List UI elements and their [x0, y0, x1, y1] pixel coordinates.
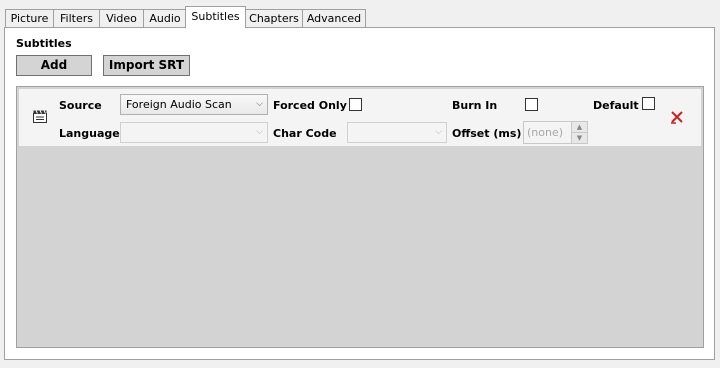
tab-label: Audio	[149, 12, 181, 25]
tab-label: Chapters	[249, 12, 299, 25]
offset-spin-buttons: ▲ ▼	[571, 122, 587, 143]
char-code-dropdown[interactable]: ⌵	[347, 122, 447, 143]
forced-only-label: Forced Only	[273, 99, 347, 112]
subtitles-panel: Subtitles Add Import SRT Source Foreign …	[4, 27, 715, 360]
chevron-down-icon: ⌵	[256, 99, 263, 109]
tab-filters[interactable]: Filters	[53, 9, 100, 27]
tab-label: Advanced	[306, 12, 362, 25]
increment-icon[interactable]: ▲	[572, 122, 587, 133]
tab-label: Video	[106, 12, 137, 25]
source-label: Source	[59, 99, 102, 112]
default-checkbox[interactable]	[642, 97, 655, 110]
tab-label: Picture	[10, 12, 49, 25]
tab-picture[interactable]: Picture	[5, 9, 54, 27]
offset-label: Offset (ms)	[452, 127, 522, 140]
import-srt-button[interactable]: Import SRT	[103, 55, 190, 76]
offset-stepper[interactable]: (none) ▲ ▼	[523, 121, 588, 144]
language-label: Language	[59, 127, 120, 140]
chevron-down-icon: ⌵	[256, 127, 263, 137]
tab-video[interactable]: Video	[99, 9, 144, 27]
subtitle-track-row: Source Foreign Audio Scan ⌵ Forced Only …	[19, 89, 701, 146]
section-title: Subtitles	[16, 37, 72, 50]
tab-label: Subtitles	[191, 10, 240, 23]
add-button[interactable]: Add	[16, 55, 92, 76]
char-code-label: Char Code	[273, 127, 337, 140]
offset-value: (none)	[527, 126, 564, 139]
default-label: Default	[593, 99, 639, 112]
subtitle-track-list: Source Foreign Audio Scan ⌵ Forced Only …	[16, 86, 704, 348]
language-dropdown[interactable]: ⌵	[120, 122, 268, 143]
tab-subtitles[interactable]: Subtitles	[185, 6, 246, 28]
remove-x-icon[interactable]	[670, 110, 684, 124]
chevron-down-icon: ⌵	[435, 127, 442, 137]
source-value: Foreign Audio Scan	[126, 98, 232, 111]
decrement-icon[interactable]: ▼	[572, 133, 587, 143]
tab-advanced[interactable]: Advanced	[302, 9, 366, 27]
source-dropdown[interactable]: Foreign Audio Scan ⌵	[120, 94, 268, 115]
burn-in-label: Burn In	[452, 99, 498, 112]
forced-only-checkbox[interactable]	[349, 98, 362, 111]
tab-chapters[interactable]: Chapters	[245, 9, 303, 27]
burn-in-checkbox[interactable]	[525, 98, 538, 111]
tab-audio[interactable]: Audio	[143, 9, 187, 27]
tab-label: Filters	[60, 12, 93, 25]
subtitle-clapper-icon	[33, 110, 47, 123]
